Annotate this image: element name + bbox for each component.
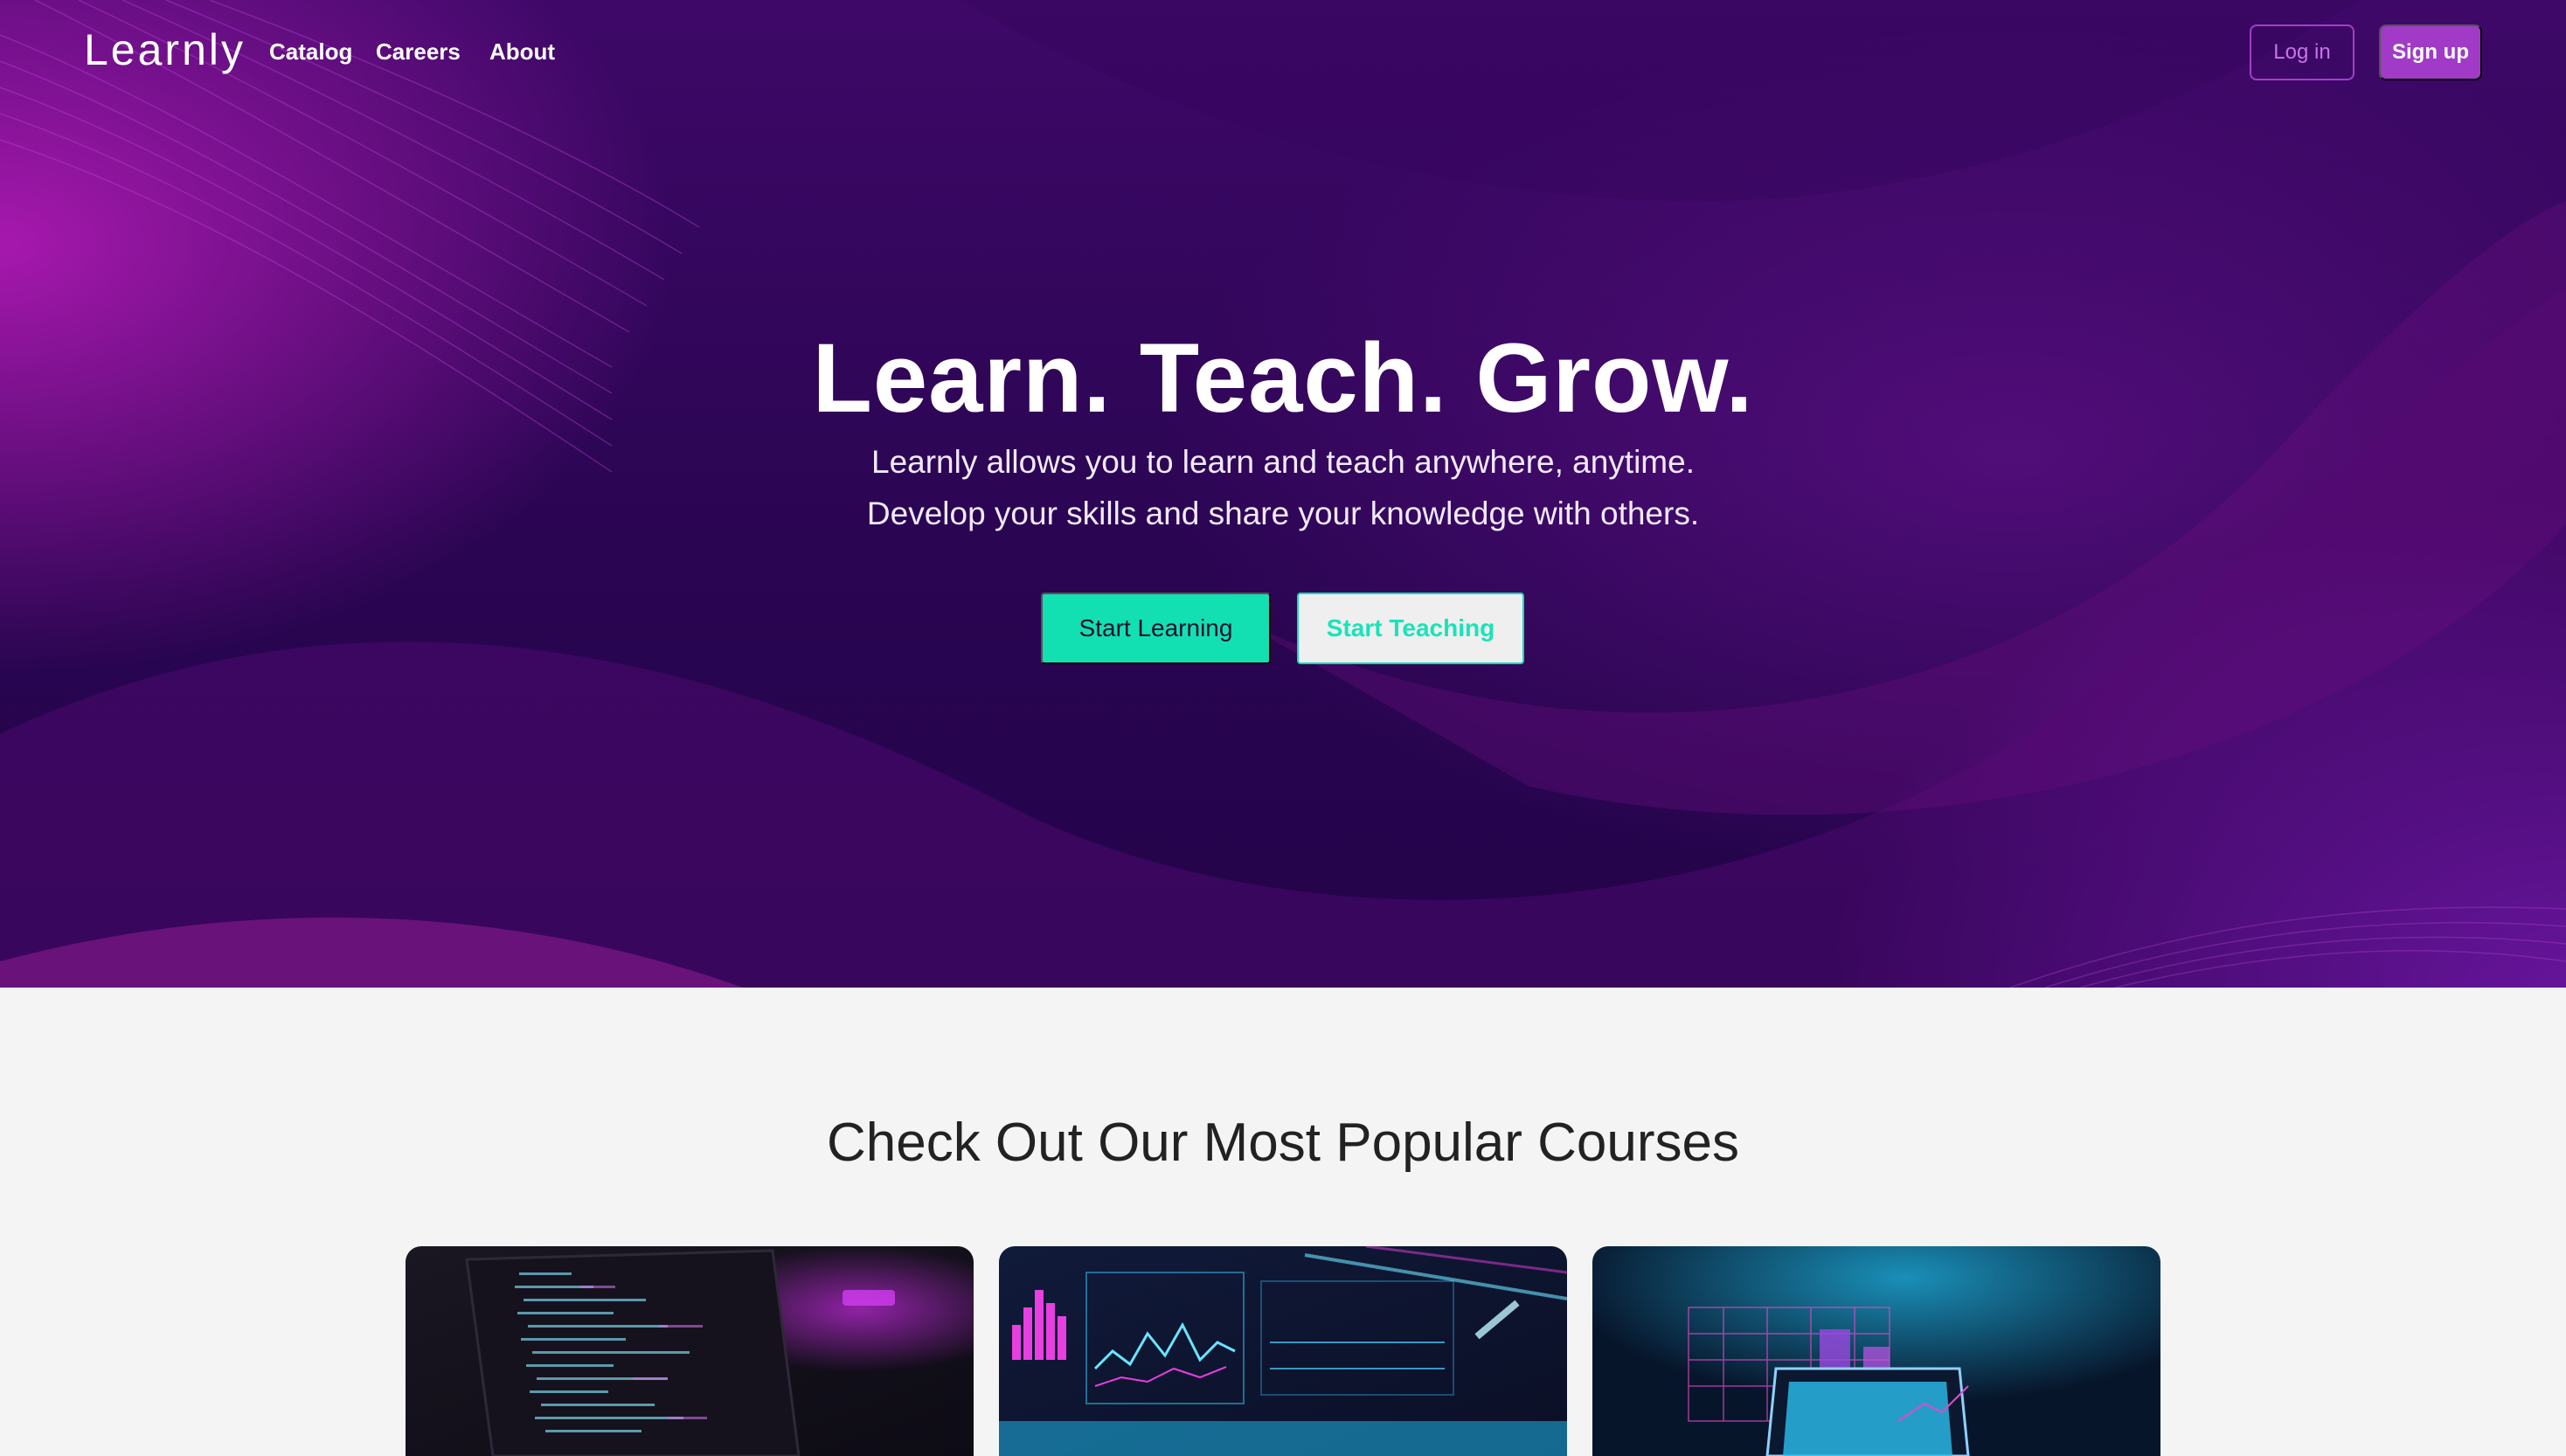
course-image-laptop-charts xyxy=(1592,1246,2160,1456)
hero-wave-background xyxy=(0,0,2566,988)
popular-courses-heading: Check Out Our Most Popular Courses xyxy=(826,1113,1740,1173)
hero-subtitle-line1: Learnly allows you to learn and teach an… xyxy=(871,444,1695,480)
nav-link-about[interactable]: About xyxy=(489,38,555,66)
course-card-3[interactable] xyxy=(1592,1246,2160,1456)
course-image-code-editor xyxy=(406,1246,974,1456)
hero-subtitle-line2: Develop your skills and share your knowl… xyxy=(866,496,1700,531)
course-card-1[interactable] xyxy=(406,1246,974,1456)
login-button[interactable]: Log in xyxy=(2250,24,2354,80)
nav-link-careers[interactable]: Careers xyxy=(376,38,461,66)
course-card-2[interactable] xyxy=(999,1246,1567,1456)
hero-title: Learn. Teach. Grow. xyxy=(812,323,1754,433)
top-navbar: Learnly Catalog Careers About Log in Sig… xyxy=(0,0,2566,105)
signup-button[interactable]: Sign up xyxy=(2379,24,2482,80)
logo[interactable]: Learnly xyxy=(84,24,246,75)
start-learning-button[interactable]: Start Learning xyxy=(1041,593,1271,664)
start-teaching-button[interactable]: Start Teaching xyxy=(1297,593,1524,664)
hero-section: Learnly Catalog Careers About Log in Sig… xyxy=(0,0,2566,988)
nav-link-catalog[interactable]: Catalog xyxy=(269,38,352,66)
course-image-analytics-dashboard xyxy=(999,1246,1567,1456)
